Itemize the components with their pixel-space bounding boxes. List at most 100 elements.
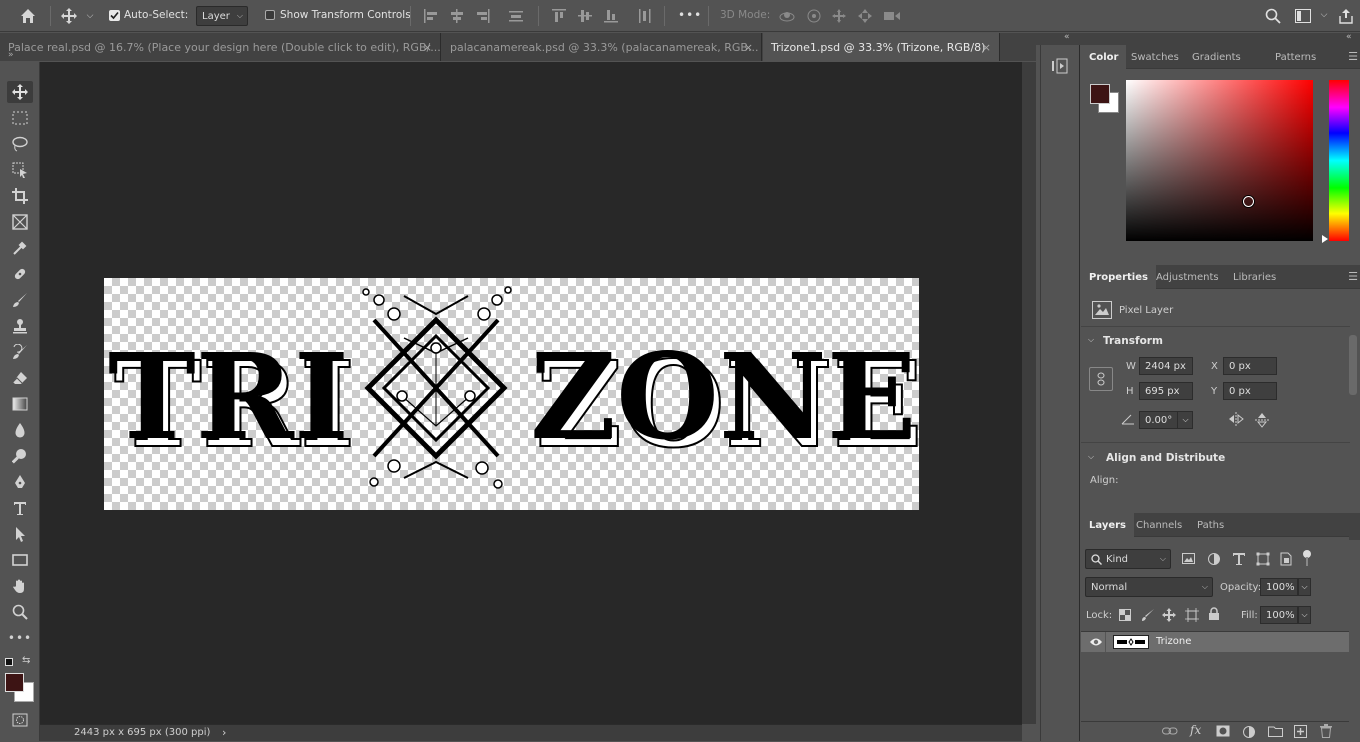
pan-3d-icon[interactable]	[828, 6, 850, 26]
default-colors-icon[interactable]	[5, 658, 13, 666]
hue-slider-handle[interactable]	[1322, 235, 1328, 243]
collapse-icon[interactable]: «	[1346, 32, 1352, 42]
document-canvas[interactable]: TRI TRI ZONE ZONE	[104, 278, 919, 510]
hue-slider[interactable]	[1329, 80, 1349, 241]
tab-libraries[interactable]: Libraries	[1225, 265, 1284, 289]
foreground-color-swatch[interactable]	[5, 673, 24, 692]
y-input[interactable]: 0 px	[1223, 382, 1277, 400]
search-icon[interactable]	[1262, 6, 1284, 26]
tab-swatches[interactable]: Swatches	[1123, 45, 1187, 69]
lock-transparent-icon[interactable]	[1119, 609, 1131, 624]
angle-input[interactable]: 0.00° ⌵	[1139, 411, 1193, 429]
object-select-tool[interactable]	[7, 159, 33, 181]
align-top-icon[interactable]	[548, 6, 570, 26]
collapse-icon[interactable]: »	[8, 50, 14, 60]
marquee-tool[interactable]	[7, 107, 33, 129]
close-icon[interactable]: ×	[982, 41, 991, 54]
chevron-down-icon[interactable]: ⌵	[1088, 452, 1094, 462]
auto-select-checkbox[interactable]	[109, 10, 120, 21]
filter-type-icon[interactable]	[1232, 552, 1246, 569]
tab-trizone1[interactable]: Trizone1.psd @ 33.3% (Trizone, RGB/8) ×	[763, 33, 1000, 61]
new-layer-icon[interactable]	[1294, 725, 1307, 741]
flip-vertical-icon[interactable]	[1255, 411, 1269, 432]
tab-patterns[interactable]: Patterns	[1267, 45, 1324, 69]
chevron-down-icon[interactable]: ⌵	[1318, 8, 1330, 22]
tab-adjustments[interactable]: Adjustments	[1148, 265, 1227, 289]
link-icon[interactable]	[1162, 726, 1178, 739]
layer-name[interactable]: Trizone	[1156, 636, 1191, 647]
zoom-tool[interactable]	[7, 601, 33, 623]
filter-smart-object-icon[interactable]	[1279, 552, 1293, 569]
tab-color[interactable]: Color	[1081, 45, 1127, 69]
align-center-icon[interactable]	[446, 6, 468, 26]
tab-layers[interactable]: Layers	[1081, 513, 1134, 537]
rectangle-tool[interactable]	[7, 549, 33, 571]
filter-pixel-icon[interactable]	[1182, 552, 1196, 569]
tab-palace-real[interactable]: Palace real.psd @ 16.7% (Place your desi…	[0, 33, 441, 61]
x-input[interactable]: 0 px	[1223, 357, 1277, 375]
opacity-input[interactable]: 100%	[1260, 578, 1298, 596]
workspace-icon[interactable]	[1292, 6, 1314, 26]
tab-palacanamereak[interactable]: palacanamereak.psd @ 33.3% (palacanamere…	[442, 33, 762, 61]
lock-artboard-icon[interactable]	[1185, 608, 1199, 625]
filter-adjustment-icon[interactable]	[1207, 552, 1221, 569]
layer-filter-kind[interactable]: Kind ⌵	[1085, 549, 1171, 569]
show-transform-checkbox[interactable]	[265, 10, 275, 20]
filter-shape-icon[interactable]	[1256, 552, 1270, 569]
distribute-icon[interactable]	[505, 6, 527, 26]
color-field[interactable]	[1126, 80, 1313, 241]
brush-tool[interactable]	[7, 289, 33, 311]
group-icon[interactable]	[1268, 725, 1283, 740]
adjustment-icon[interactable]	[1242, 725, 1256, 742]
status-arrow-icon[interactable]: ›	[222, 726, 226, 739]
tab-paths[interactable]: Paths	[1189, 513, 1232, 537]
collapse-icon[interactable]: «	[1064, 32, 1070, 42]
move-tool[interactable]	[7, 81, 33, 103]
type-tool[interactable]	[7, 497, 33, 519]
frame-tool[interactable]	[7, 211, 33, 233]
gradient-tool[interactable]	[7, 393, 33, 415]
path-select-tool[interactable]	[7, 523, 33, 545]
flip-horizontal-icon[interactable]	[1227, 412, 1245, 429]
share-icon[interactable]	[1336, 6, 1356, 26]
more-options-icon[interactable]: •••	[678, 8, 702, 22]
mask-icon[interactable]	[1216, 725, 1230, 740]
lock-pixels-icon[interactable]	[1141, 608, 1155, 625]
blend-mode-dropdown[interactable]: Normal ⌵	[1085, 577, 1213, 597]
healing-brush-tool[interactable]	[7, 263, 33, 285]
lock-all-icon[interactable]	[1208, 607, 1220, 624]
lasso-tool[interactable]	[7, 133, 33, 155]
blur-tool[interactable]	[7, 419, 33, 441]
roll-3d-icon[interactable]	[803, 6, 825, 26]
color-picker-handle[interactable]	[1243, 196, 1254, 207]
align-left-icon[interactable]	[420, 6, 442, 26]
lock-position-icon[interactable]	[1162, 608, 1176, 625]
fx-icon[interactable]: fx	[1190, 723, 1201, 737]
link-dimensions-icon[interactable]	[1089, 367, 1113, 391]
more-tools-icon[interactable]: •••	[7, 627, 33, 649]
move-tool-icon[interactable]	[58, 5, 80, 27]
chevron-down-icon[interactable]: ⌵	[1298, 578, 1311, 596]
chevron-down-icon[interactable]: ⌵	[1088, 335, 1094, 345]
hand-tool[interactable]	[7, 575, 33, 597]
history-brush-tool[interactable]	[7, 341, 33, 363]
distribute-vertical-icon[interactable]	[634, 6, 656, 26]
close-icon[interactable]: ×	[744, 41, 753, 54]
chevron-down-icon[interactable]: ⌵	[1177, 412, 1193, 428]
quick-mask-icon[interactable]	[7, 709, 33, 731]
chevron-down-icon[interactable]: ⌵	[1298, 606, 1311, 624]
chevron-down-icon[interactable]: ⌵	[84, 9, 96, 23]
align-bottom-icon[interactable]	[600, 6, 622, 26]
home-icon[interactable]	[14, 5, 42, 27]
eye-icon[interactable]	[1089, 636, 1103, 651]
eyedropper-tool[interactable]	[7, 237, 33, 259]
properties-scrollbar[interactable]	[1349, 335, 1357, 395]
panel-menu-icon[interactable]: ☰	[1348, 270, 1358, 283]
clone-stamp-tool[interactable]	[7, 315, 33, 337]
pen-tool[interactable]	[7, 471, 33, 493]
color-fg-swatch[interactable]	[1090, 84, 1110, 104]
slide-3d-icon[interactable]	[854, 6, 876, 26]
tab-channels[interactable]: Channels	[1128, 513, 1190, 537]
scale-3d-icon[interactable]	[881, 6, 903, 26]
swap-colors-icon[interactable]: ⇆	[22, 655, 30, 666]
